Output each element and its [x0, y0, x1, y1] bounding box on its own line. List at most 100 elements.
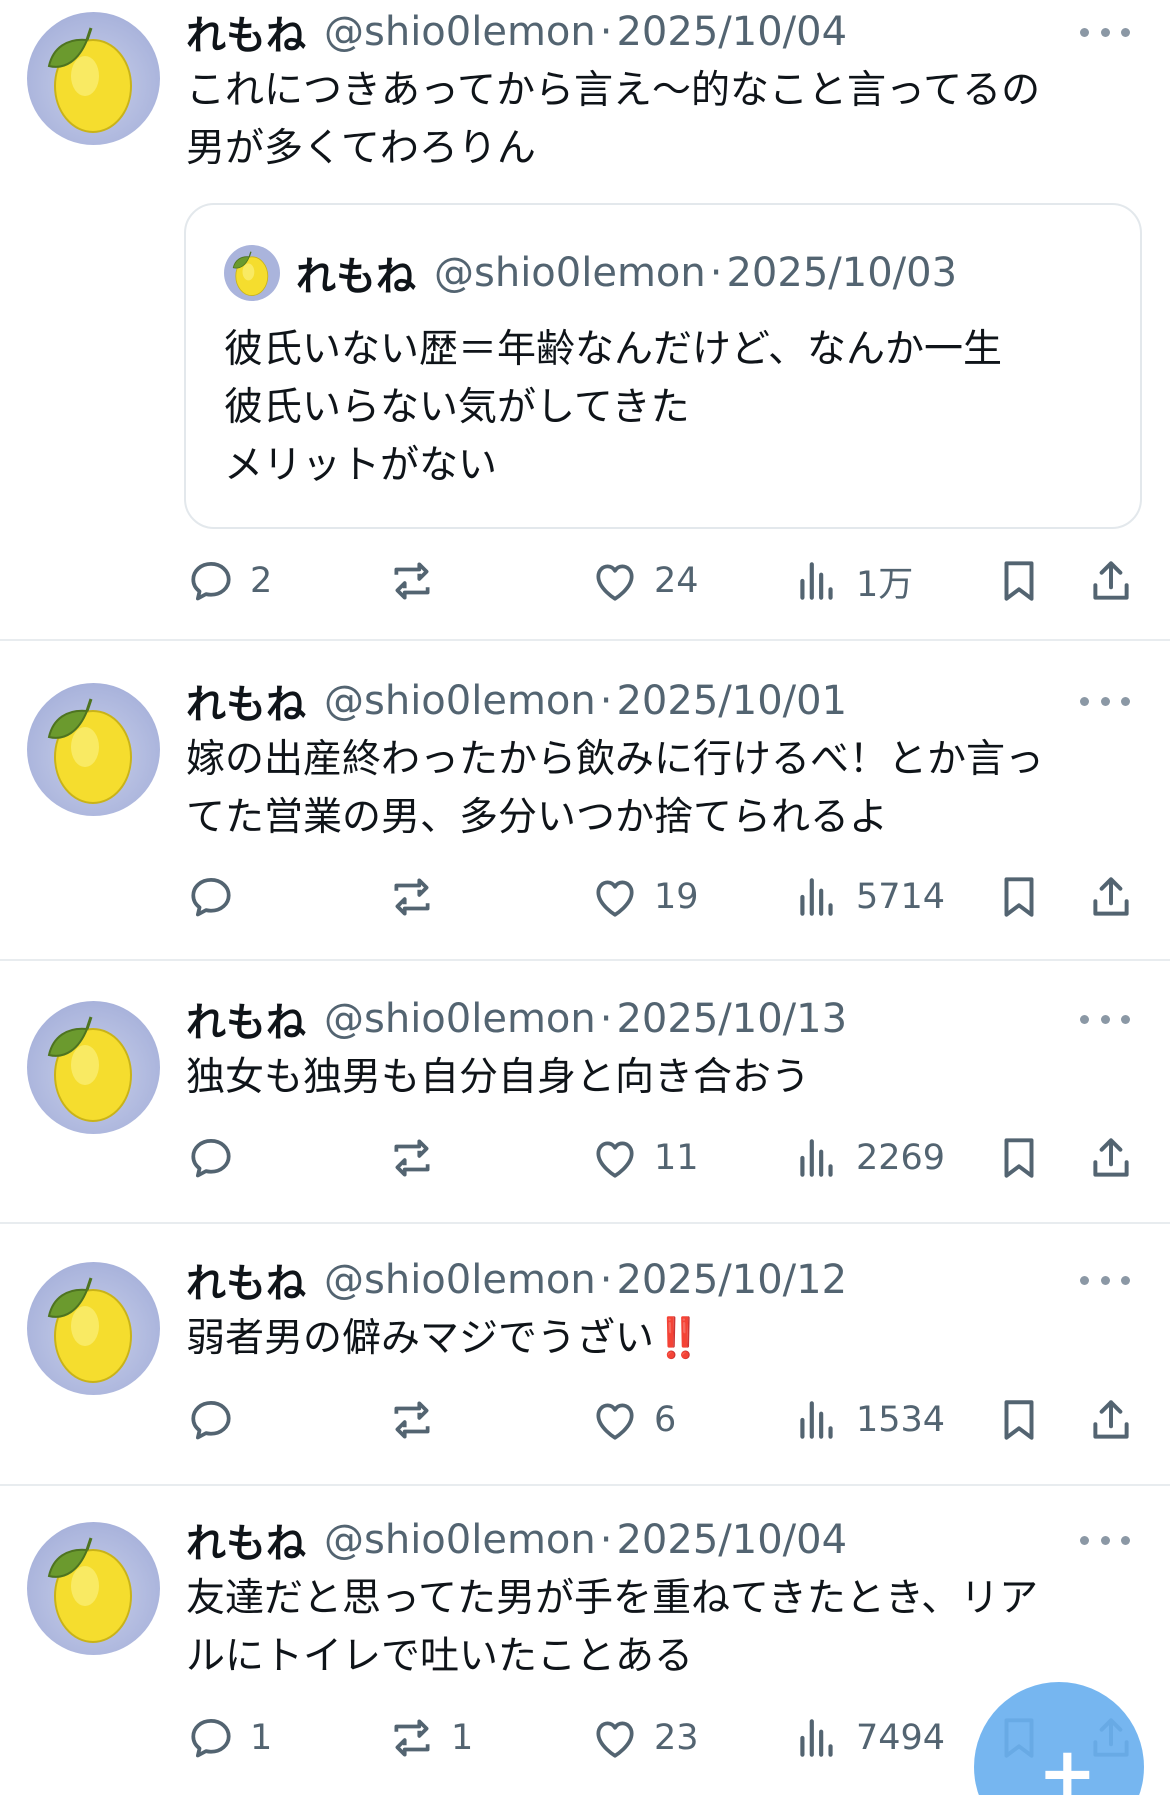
- like-count: 24: [654, 561, 699, 601]
- retweet-button[interactable]: [387, 1128, 451, 1188]
- share-button[interactable]: [1086, 867, 1136, 927]
- display-name[interactable]: れもね: [186, 990, 306, 1048]
- timestamp[interactable]: 2025/10/04: [616, 1517, 847, 1563]
- avatar[interactable]: [27, 12, 160, 145]
- separator: ·: [599, 678, 613, 724]
- avatar[interactable]: [27, 683, 160, 816]
- separator: ·: [599, 9, 613, 55]
- quoted-tweet[interactable]: れもね @shio0lemon · 2025/10/03 彼氏いない歴＝年齢なん…: [184, 203, 1142, 529]
- retweet-icon: [387, 872, 437, 922]
- more-dots-icon[interactable]: [1080, 22, 1130, 42]
- tweet[interactable]: れもね @shio0lemon · 2025/10/04 これにつきあってから言…: [0, 0, 1170, 641]
- bookmark-button[interactable]: [994, 1390, 1044, 1450]
- tweet[interactable]: れもね @shio0lemon · 2025/10/13 独女も独男も自分自身と…: [0, 963, 1170, 1224]
- avatar[interactable]: [27, 1262, 160, 1395]
- views-button[interactable]: 7494: [792, 1708, 945, 1768]
- tweet-actions: 19 5714: [0, 867, 1170, 927]
- retweet-button[interactable]: [387, 867, 451, 927]
- reply-button[interactable]: 2: [186, 551, 272, 611]
- more-dots-icon[interactable]: [1080, 1270, 1130, 1290]
- tweet-header: れもね @shio0lemon · 2025/10/04: [186, 4, 847, 60]
- user-handle[interactable]: @shio0lemon: [324, 1517, 596, 1563]
- reply-icon: [186, 1713, 236, 1763]
- display-name[interactable]: れもね: [186, 1511, 306, 1569]
- tweet-text: 独女も独男も自分自身と向き合おう: [186, 1055, 811, 1100]
- views-button[interactable]: 1534: [792, 1390, 945, 1450]
- retweet-button[interactable]: [387, 1390, 451, 1450]
- lemon-avatar: [27, 12, 160, 145]
- tweet[interactable]: れもね @shio0lemon · 2025/10/01 嫁の出産終わったから飲…: [0, 643, 1170, 961]
- share-button[interactable]: [1086, 551, 1136, 611]
- user-handle[interactable]: @shio0lemon: [324, 996, 596, 1042]
- like-icon: [590, 1133, 640, 1183]
- like-button[interactable]: 19: [590, 867, 699, 927]
- views-icon: [792, 1395, 842, 1445]
- like-button[interactable]: 24: [590, 551, 699, 611]
- display-name[interactable]: れもね: [186, 1251, 306, 1309]
- plus-icon: +: [1038, 1732, 1097, 1795]
- timestamp[interactable]: 2025/10/01: [616, 678, 847, 724]
- views-button[interactable]: 2269: [792, 1128, 945, 1188]
- tweet[interactable]: れもね @shio0lemon · 2025/10/12 弱者男の僻みマジでうざ…: [0, 1226, 1170, 1486]
- share-icon: [1086, 872, 1136, 922]
- retweet-icon: [387, 556, 437, 606]
- timestamp[interactable]: 2025/10/12: [616, 1257, 847, 1303]
- reply-button[interactable]: [186, 867, 250, 927]
- share-button[interactable]: [1086, 1128, 1136, 1188]
- lemon-avatar: [27, 683, 160, 816]
- bookmark-button[interactable]: [994, 551, 1044, 611]
- avatar[interactable]: [27, 1001, 160, 1134]
- user-handle[interactable]: @shio0lemon: [324, 1257, 596, 1303]
- more-dots-icon[interactable]: [1080, 1009, 1130, 1029]
- bookmark-icon: [994, 556, 1044, 606]
- bookmark-icon: [994, 1133, 1044, 1183]
- more-dots-icon[interactable]: [1080, 691, 1130, 711]
- lemon-avatar: [27, 1001, 160, 1134]
- views-button[interactable]: 1万: [792, 551, 913, 611]
- retweet-count: 1: [451, 1718, 474, 1758]
- timestamp[interactable]: 2025/10/13: [616, 996, 847, 1042]
- views-button[interactable]: 5714: [792, 867, 945, 927]
- views-icon: [792, 872, 842, 922]
- reply-icon: [186, 1395, 236, 1445]
- lemon-avatar: [27, 1522, 160, 1655]
- tweet-text: 友達だと思ってた男が手を重ねてきたとき、リア ルにトイレで吐いたことある: [186, 1576, 1039, 1679]
- bookmark-button[interactable]: [994, 867, 1044, 927]
- reply-button[interactable]: [186, 1128, 250, 1188]
- timestamp[interactable]: 2025/10/04: [616, 9, 847, 55]
- bookmark-button[interactable]: [994, 1128, 1044, 1188]
- tweet-header: れもね @shio0lemon · 2025/10/04: [186, 1512, 847, 1568]
- like-icon: [590, 556, 640, 606]
- display-name[interactable]: れもね: [186, 3, 306, 61]
- reply-icon: [186, 556, 236, 606]
- like-button[interactable]: 6: [590, 1390, 676, 1450]
- views-icon: [792, 556, 842, 606]
- user-handle[interactable]: @shio0lemon: [324, 9, 596, 55]
- quoted-header: れもね @shio0lemon · 2025/10/03: [224, 245, 957, 301]
- reply-button[interactable]: 1: [186, 1708, 272, 1768]
- like-icon: [590, 1395, 640, 1445]
- tweet-text: 弱者男の僻みマジでうざい‼️: [186, 1316, 703, 1361]
- retweet-button[interactable]: [387, 551, 451, 611]
- reply-button[interactable]: [186, 1390, 250, 1450]
- retweet-icon: [387, 1395, 437, 1445]
- views-icon: [792, 1133, 842, 1183]
- like-count: 23: [654, 1718, 699, 1758]
- reply-icon: [186, 1133, 236, 1183]
- tweet-header: れもね @shio0lemon · 2025/10/01: [186, 673, 847, 729]
- separator: ·: [599, 1517, 613, 1563]
- share-button[interactable]: [1086, 1390, 1136, 1450]
- retweet-icon: [387, 1713, 437, 1763]
- like-count: 19: [654, 877, 699, 917]
- views-icon: [792, 1713, 842, 1763]
- avatar[interactable]: [27, 1522, 160, 1655]
- retweet-button[interactable]: 1: [387, 1708, 473, 1768]
- display-name[interactable]: れもね: [186, 672, 306, 730]
- like-count: 6: [654, 1400, 677, 1440]
- like-button[interactable]: 11: [590, 1128, 699, 1188]
- like-button[interactable]: 23: [590, 1708, 699, 1768]
- quoted-display-name: れもね: [296, 254, 416, 300]
- more-dots-icon[interactable]: [1080, 1530, 1130, 1550]
- tweet-actions: 6 1534: [0, 1390, 1170, 1450]
- user-handle[interactable]: @shio0lemon: [324, 678, 596, 724]
